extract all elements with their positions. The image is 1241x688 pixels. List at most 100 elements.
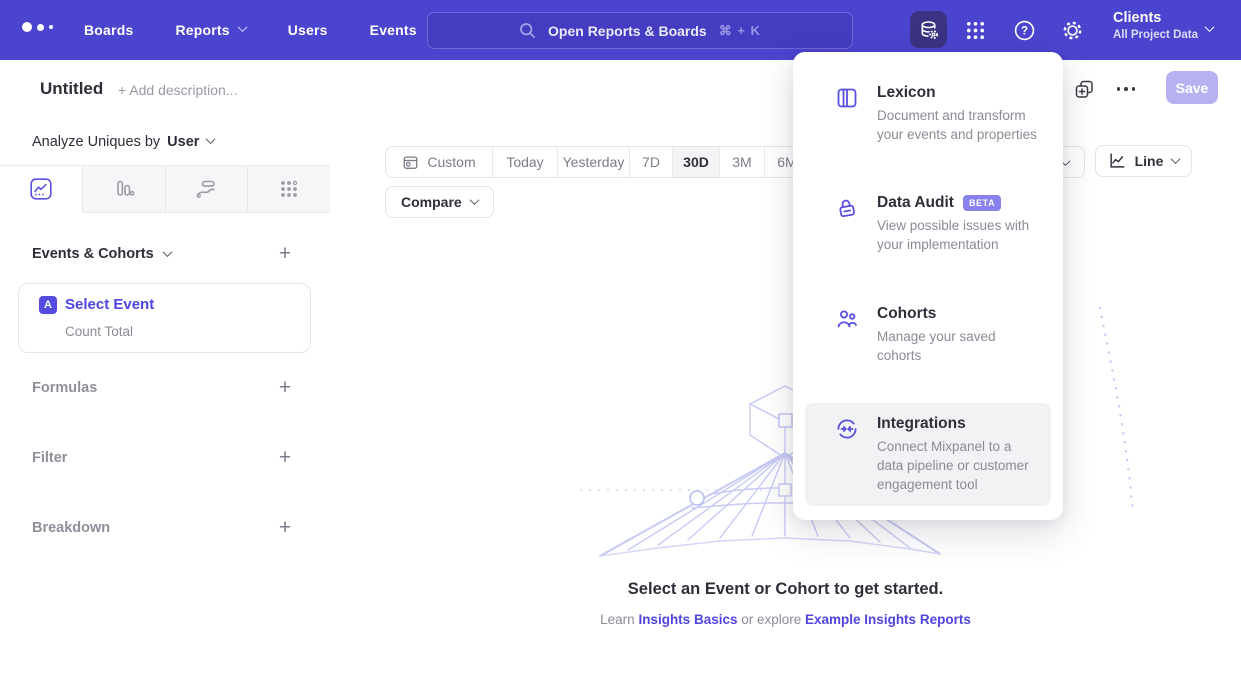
menu-item-title: Cohorts: [877, 305, 936, 323]
add-description-field[interactable]: + Add description...: [118, 82, 237, 98]
dots-grid-icon: [277, 177, 301, 201]
global-search-button[interactable]: Open Reports & Boards ⌘ + K: [427, 12, 853, 49]
nav-item-users[interactable]: Users: [288, 22, 328, 38]
menu-item-title: Data Audit: [877, 194, 954, 212]
nav-item-events[interactable]: Events: [370, 22, 417, 38]
apps-grid-button[interactable]: [963, 18, 987, 42]
compare-label: Compare: [401, 194, 462, 210]
filter-label: Filter: [32, 450, 67, 466]
analyze-label: Analyze Uniques by: [32, 134, 160, 150]
nav-item-label: Reports: [175, 22, 229, 38]
nav-item-reports[interactable]: Reports: [175, 22, 245, 38]
select-event-button[interactable]: Select Event: [65, 296, 154, 313]
menu-item-title: Lexicon: [877, 84, 936, 102]
nav-item-boards[interactable]: Boards: [84, 22, 133, 38]
chevron-down-icon: [237, 22, 247, 32]
analyze-by-value: User: [167, 134, 199, 150]
nav-links: Boards Reports Users Events: [84, 0, 417, 60]
range-label: Today: [506, 154, 543, 170]
tab-bar-chart[interactable]: [82, 166, 165, 213]
range-label: Custom: [427, 154, 475, 170]
bar-chart-icon: [112, 177, 136, 201]
analyze-uniques-row: Analyze Uniques by User: [0, 118, 330, 166]
chevron-down-icon: [1205, 22, 1215, 32]
mixpanel-logo: [22, 22, 53, 32]
menu-item-lexicon[interactable]: Lexicon Document and transform your even…: [805, 72, 1051, 156]
range-today[interactable]: Today: [493, 147, 558, 177]
database-gear-icon: [917, 18, 941, 42]
empty-state-links: Learn Insights Basics or explore Example…: [330, 612, 1241, 627]
nav-item-label: Boards: [84, 22, 133, 38]
app-window: Boards Reports Users Events Open Reports…: [0, 0, 1241, 688]
range-7d[interactable]: 7D: [630, 147, 673, 177]
events-cohorts-header[interactable]: Events & Cohorts: [32, 246, 171, 262]
range-label: 3M: [732, 154, 751, 170]
compare-dropdown[interactable]: Compare: [385, 186, 494, 218]
report-title[interactable]: Untitled: [40, 79, 103, 99]
report-canvas: Custom Today Yesterday 7D 30D 3M 6M 12M …: [330, 118, 1241, 688]
menu-item-description: Manage your saved cohorts: [877, 327, 1039, 365]
formulas-label: Formulas: [32, 380, 97, 396]
menu-item-integrations[interactable]: Integrations Connect Mixpanel to a data …: [805, 403, 1051, 506]
chevron-down-icon: [206, 134, 216, 144]
menu-item-description: View possible issues with your implement…: [877, 216, 1039, 254]
save-button[interactable]: Save: [1166, 71, 1218, 104]
event-row[interactable]: A Select Event Count Total: [18, 283, 311, 353]
tab-metrics-grid[interactable]: [247, 166, 330, 213]
example-reports-link[interactable]: Example Insights Reports: [805, 612, 971, 627]
formulas-section: Formulas: [32, 380, 97, 396]
chart-type-label: Line: [1135, 153, 1164, 169]
chevron-down-icon: [1171, 154, 1181, 164]
chevron-down-icon: [162, 247, 172, 257]
range-yesterday[interactable]: Yesterday: [558, 147, 630, 177]
data-audit-lock-icon: [835, 196, 859, 220]
beta-badge: BETA: [963, 195, 1001, 211]
integrations-sync-icon: [835, 417, 859, 441]
duplicate-report-button[interactable]: [1071, 76, 1097, 102]
flow-icon: [194, 177, 218, 201]
range-30d-selected[interactable]: 30D: [673, 147, 720, 177]
data-management-button[interactable]: [910, 11, 947, 48]
calendar-icon: [402, 154, 419, 171]
breakdown-section: Breakdown: [32, 520, 110, 536]
cohorts-people-icon: [835, 307, 859, 331]
lexicon-book-icon: [835, 86, 859, 110]
add-formula-button[interactable]: +: [276, 380, 294, 398]
insights-basics-link[interactable]: Insights Basics: [638, 612, 737, 627]
chart-type-dropdown[interactable]: Line: [1095, 145, 1192, 177]
add-event-button[interactable]: +: [276, 246, 294, 264]
search-placeholder: Open Reports & Boards: [548, 23, 707, 39]
menu-item-cohorts[interactable]: Cohorts Manage your saved cohorts: [805, 293, 1051, 377]
range-label: 7D: [642, 154, 660, 170]
line-chart-icon: [29, 177, 53, 201]
range-label: Yesterday: [563, 154, 625, 170]
tab-flow-chart[interactable]: [165, 166, 248, 213]
events-cohorts-label: Events & Cohorts: [32, 246, 154, 262]
more-options-button[interactable]: [1112, 80, 1140, 98]
add-filter-button[interactable]: +: [276, 450, 294, 468]
question-circle-icon: ?: [1013, 19, 1036, 42]
count-total-dropdown[interactable]: Count Total: [65, 324, 133, 339]
tab-line-chart[interactable]: [0, 166, 82, 213]
range-3m[interactable]: 3M: [720, 147, 765, 177]
project-switcher[interactable]: Clients All Project Data: [1113, 10, 1198, 41]
range-label: 30D: [683, 154, 709, 170]
org-name: Clients: [1113, 10, 1198, 26]
menu-item-title: Integrations: [877, 415, 966, 433]
gear-icon: [1061, 19, 1084, 42]
nav-item-label: Events: [370, 22, 417, 38]
event-letter-badge: A: [39, 296, 57, 314]
empty-state-title: Select an Event or Cohort to get started…: [330, 580, 1241, 599]
menu-item-description: Connect Mixpanel to a data pipeline or c…: [877, 437, 1039, 494]
help-button[interactable]: ?: [1012, 18, 1036, 42]
range-custom[interactable]: Custom: [386, 147, 493, 177]
grid-icon: [964, 19, 987, 42]
add-breakdown-button[interactable]: +: [276, 520, 294, 538]
analyze-by-dropdown[interactable]: User: [167, 134, 214, 150]
menu-item-description: Document and transform your events and p…: [877, 106, 1039, 144]
svg-text:?: ?: [1020, 25, 1027, 37]
query-builder-sidebar: Analyze Uniques by User: [0, 118, 331, 688]
nav-item-label: Users: [288, 22, 328, 38]
settings-button[interactable]: [1060, 18, 1084, 42]
menu-item-data-audit[interactable]: Data Audit BETA View possible issues with…: [805, 182, 1051, 266]
